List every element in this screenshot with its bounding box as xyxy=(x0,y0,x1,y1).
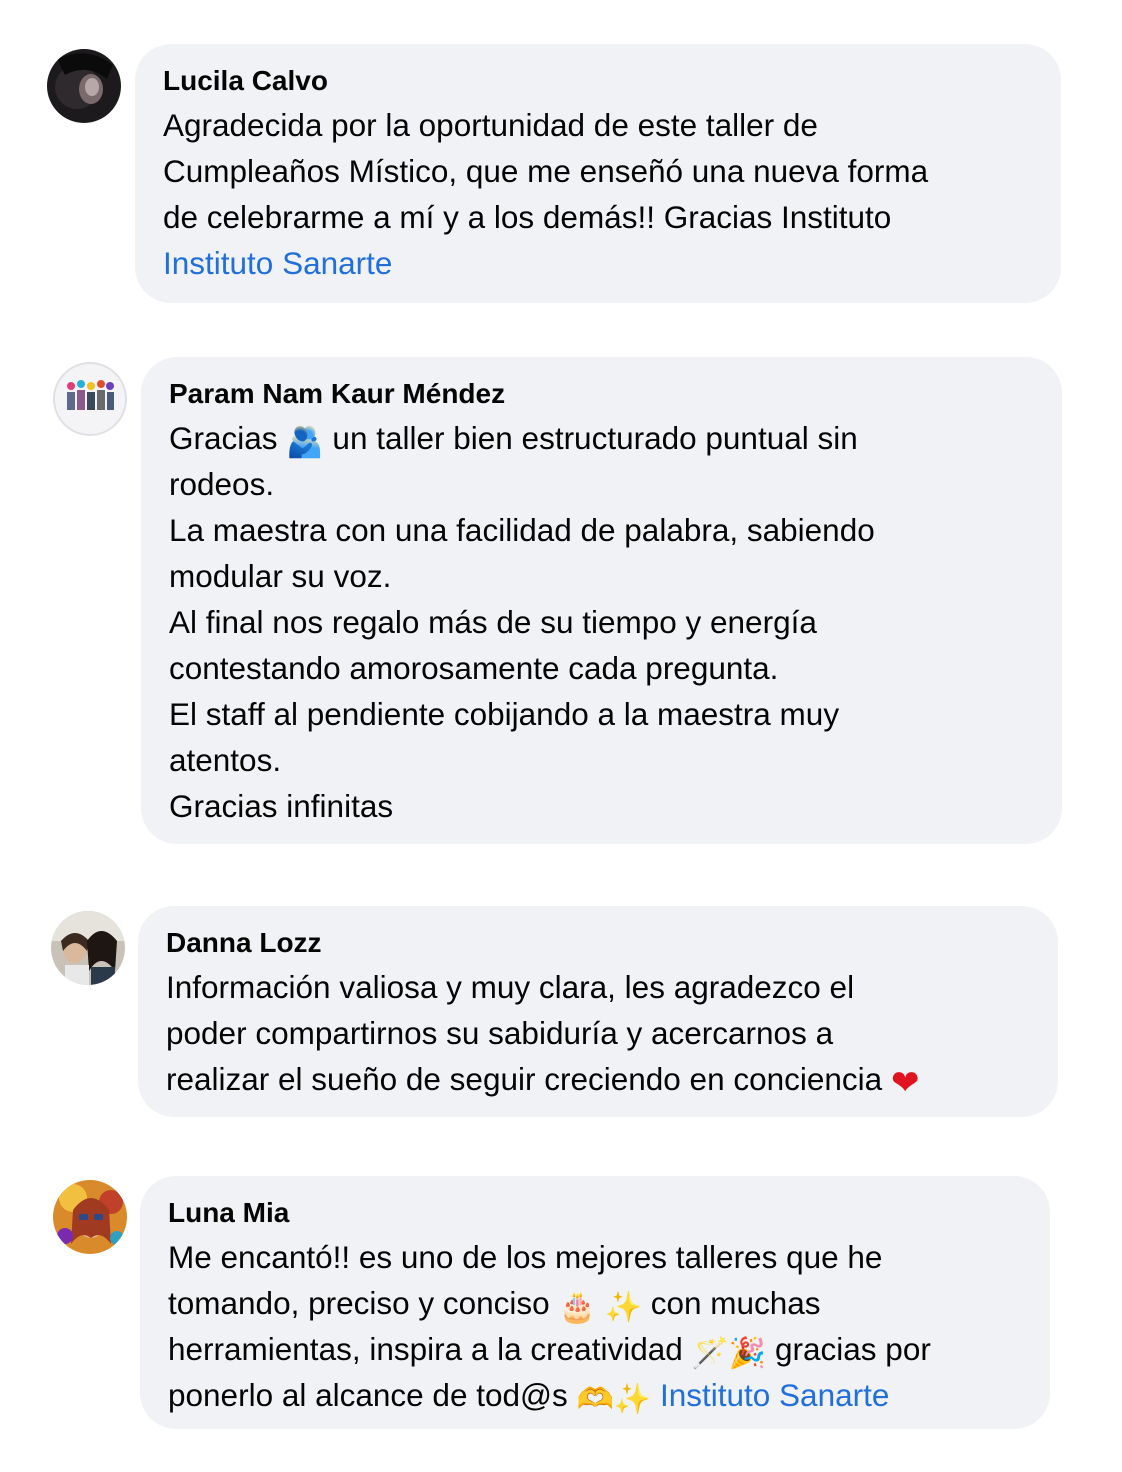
comment-segment: realizar el sueño de seguir creciendo en… xyxy=(166,1061,883,1097)
comment-segment: Gracias xyxy=(169,420,278,456)
magic-wand-icon: 🪄 xyxy=(691,1336,729,1371)
profile-photo-icon xyxy=(47,49,121,123)
comment-segment: ponerlo al alcance de tod@s xyxy=(168,1377,568,1413)
comment-segment: un taller bien estructurado puntual sin xyxy=(332,420,858,456)
comment-text: Información valiosa y muy clara, les agr… xyxy=(166,964,1030,1102)
profile-photo-icon xyxy=(53,362,127,436)
comment-line: Gracias 🫂 un taller bien estructurado pu… xyxy=(169,415,1034,461)
avatar[interactable] xyxy=(53,1180,127,1254)
comment-line: poder compartirnos su sabiduría y acerca… xyxy=(166,1015,834,1051)
avatar[interactable] xyxy=(47,49,121,123)
comment-line: realizar el sueño de seguir creciendo en… xyxy=(166,1056,1030,1102)
comment-line: ponerlo al alcance de tod@s 🫶✨ Instituto… xyxy=(168,1372,1022,1418)
mention-link[interactable]: Instituto Sanarte xyxy=(163,240,1033,286)
comment-line: herramientas, inspira a la creatividad 🪄… xyxy=(168,1326,1022,1372)
people-hugging-icon: 🫂 xyxy=(286,425,324,460)
comment-segment: con muchas xyxy=(650,1285,821,1321)
comment-line: Cumpleaños Místico, que me enseñó una nu… xyxy=(163,153,929,189)
comment-author[interactable]: Param Nam Kaur Méndez xyxy=(169,377,1034,411)
comment-line: Gracias infinitas xyxy=(169,788,394,824)
comment-line: de celebrarme a mí y a los demás!! Graci… xyxy=(163,199,892,235)
comment-line: El staff al pendiente cobijando a la mae… xyxy=(169,696,840,732)
comment-line: Agradecida por la oportunidad de este ta… xyxy=(163,107,818,143)
comment-author[interactable]: Lucila Calvo xyxy=(163,64,1033,98)
sparkles-icon: ✨ xyxy=(613,1382,652,1417)
sparkles-icon: ✨ xyxy=(604,1290,642,1325)
profile-photo-icon xyxy=(53,1180,127,1254)
heart-icon: ❤ xyxy=(890,1063,920,1103)
comment-segment: herramientas, inspira a la creatividad xyxy=(168,1331,683,1367)
comment-line: contestando amorosamente cada pregunta. xyxy=(169,650,779,686)
comment-line: La maestra con una facilidad de palabra,… xyxy=(169,512,875,548)
comment-author[interactable]: Luna Mia xyxy=(168,1196,1022,1230)
heart-hands-icon: 🫶 xyxy=(576,1382,614,1417)
avatar[interactable] xyxy=(51,911,125,985)
comment-segment: tomando, preciso y conciso xyxy=(168,1285,550,1321)
comment-line: atentos. xyxy=(169,742,282,778)
comment-bubble: Luna Mia Me encantó!! es uno de los mejo… xyxy=(140,1176,1050,1429)
comment-text: Me encantó!! es uno de los mejores talle… xyxy=(168,1234,1022,1418)
comment-author[interactable]: Danna Lozz xyxy=(166,926,1030,960)
comment-text: Agradecida por la oportunidad de este ta… xyxy=(163,102,1033,286)
comment-bubble: Danna Lozz Información valiosa y muy cla… xyxy=(138,906,1058,1117)
comment-text: Gracias 🫂 un taller bien estructurado pu… xyxy=(169,415,1034,829)
avatar[interactable] xyxy=(53,362,127,436)
comment-bubble: Param Nam Kaur Méndez Gracias 🫂 un talle… xyxy=(141,357,1062,844)
birthday-cake-icon: 🎂 xyxy=(558,1290,596,1325)
mention-link[interactable]: Instituto Sanarte xyxy=(660,1377,889,1413)
party-popper-icon: 🎉 xyxy=(728,1336,767,1371)
comment-line: Me encantó!! es uno de los mejores talle… xyxy=(168,1239,883,1275)
comment-line: Al final nos regalo más de su tiempo y e… xyxy=(169,604,817,640)
comment-bubble: Lucila Calvo Agradecida por la oportunid… xyxy=(135,44,1061,303)
comment-line: rodeos. xyxy=(169,466,275,502)
comment-segment: gracias por xyxy=(775,1331,931,1367)
comment-line: Información valiosa y muy clara, les agr… xyxy=(166,969,855,1005)
comment-line: tomando, preciso y conciso 🎂 ✨ con mucha… xyxy=(168,1280,1022,1326)
comment-line: modular su voz. xyxy=(169,558,392,594)
profile-photo-icon xyxy=(51,911,125,985)
